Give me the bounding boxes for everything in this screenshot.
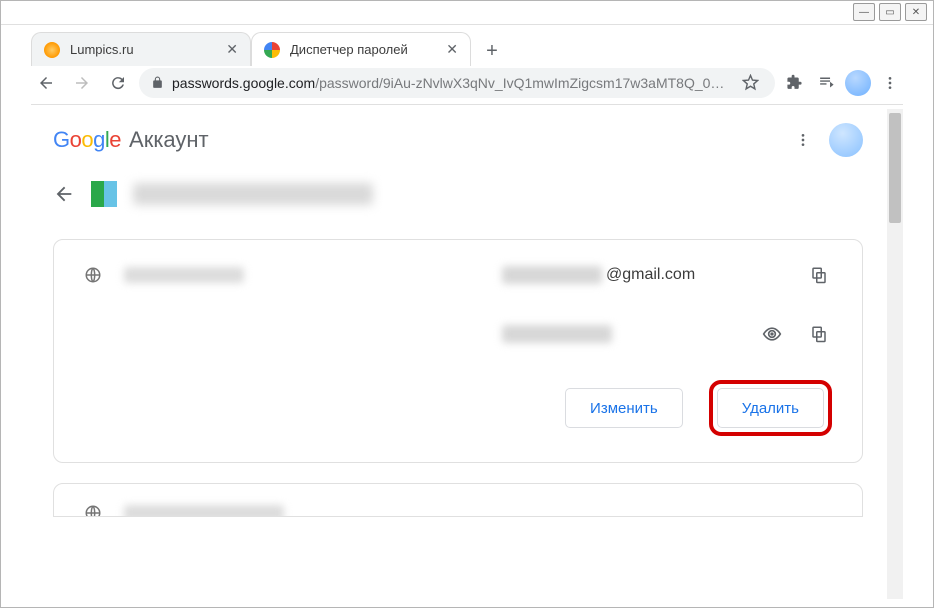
window-minimize-button[interactable]: —: [853, 3, 875, 21]
page-content: Google Аккаунт: [31, 109, 903, 599]
site2-domain-redacted: [124, 505, 284, 517]
window-maximize-button[interactable]: ▭: [879, 3, 901, 21]
account-label: Аккаунт: [129, 127, 209, 153]
bookmark-star-icon[interactable]: [737, 70, 763, 96]
delete-highlight: Удалить: [709, 380, 832, 436]
nav-forward-button[interactable]: [67, 68, 97, 98]
password-redacted: [502, 325, 612, 343]
new-tab-button[interactable]: +: [477, 36, 507, 66]
username-value: @gmail.com: [502, 266, 792, 284]
reload-icon: [109, 74, 127, 92]
site-url-redacted: [124, 267, 244, 283]
nav-reload-button[interactable]: [103, 68, 133, 98]
arrow-right-icon: [73, 74, 91, 92]
edit-button[interactable]: Изменить: [565, 388, 683, 428]
google-account-header: Google Аккаунт: [31, 109, 885, 171]
url-domain: passwords.google.com: [172, 75, 315, 91]
show-password-button[interactable]: [762, 324, 784, 344]
account-avatar[interactable]: [829, 123, 863, 157]
site-url-row: @gmail.com: [84, 266, 832, 284]
logo-letter: o: [70, 127, 82, 152]
window-close-button[interactable]: ✕: [905, 3, 927, 21]
back-button[interactable]: [53, 183, 75, 205]
browser-profile-avatar[interactable]: [845, 70, 871, 96]
logo-letter: g: [93, 127, 105, 152]
site-breadcrumb-row: [31, 171, 885, 225]
card-actions: Изменить Удалить: [84, 380, 832, 436]
window-controls: — ▭ ✕: [853, 3, 927, 21]
url-text: passwords.google.com/password/9iAu-zNvlw…: [172, 75, 729, 91]
next-password-card[interactable]: [53, 483, 863, 517]
logo-letter: o: [81, 127, 93, 152]
window-frame: — ▭ ✕ Lumpics.ru ✕ Диспетчер паролей ✕ +: [0, 0, 934, 608]
nav-back-button[interactable]: [31, 68, 61, 98]
username-redacted: [502, 266, 602, 284]
delete-button[interactable]: Удалить: [717, 388, 824, 428]
google-favicon-icon: [264, 42, 280, 58]
tab-close-button[interactable]: ✕: [446, 41, 458, 58]
extensions-icon[interactable]: [781, 70, 807, 96]
tab-title: Lumpics.ru: [70, 42, 216, 57]
copy-password-button[interactable]: [810, 325, 832, 343]
address-bar[interactable]: passwords.google.com/password/9iAu-zNvlw…: [139, 68, 775, 98]
url-path: /password/9iAu-zNvlwX3qNv_IvQ1mwImZigcsm…: [315, 75, 724, 91]
lumpics-favicon-icon: [44, 42, 60, 58]
site-name-redacted: [133, 183, 373, 205]
arrow-left-icon: [37, 74, 55, 92]
logo-letter: G: [53, 127, 70, 152]
tab-password-manager[interactable]: Диспетчер паролей ✕: [251, 32, 471, 66]
copy-username-button[interactable]: [810, 266, 832, 284]
browser-toolbar: passwords.google.com/password/9iAu-zNvlw…: [31, 65, 903, 105]
tab-title: Диспетчер паролей: [290, 42, 436, 57]
page-more-button[interactable]: [795, 132, 811, 148]
password-value: [502, 325, 744, 343]
globe-icon: [84, 266, 106, 284]
google-account-logo[interactable]: Google Аккаунт: [53, 127, 209, 153]
scrollbar-thumb[interactable]: [889, 113, 901, 223]
site-favicon-icon: [91, 181, 117, 207]
tab-close-button[interactable]: ✕: [226, 41, 238, 58]
lock-icon: [151, 76, 164, 89]
password-row: [84, 324, 832, 344]
password-card: @gmail.com: [53, 239, 863, 463]
email-suffix: @gmail.com: [606, 266, 695, 284]
tab-lumpics[interactable]: Lumpics.ru ✕: [31, 32, 251, 66]
reading-list-icon[interactable]: [813, 70, 839, 96]
globe-icon: [84, 504, 106, 517]
tab-strip: Lumpics.ru ✕ Диспетчер паролей ✕ +: [31, 26, 923, 66]
browser-menu-button[interactable]: [877, 70, 903, 96]
logo-letter: e: [109, 127, 121, 152]
scrollbar[interactable]: [887, 109, 903, 599]
